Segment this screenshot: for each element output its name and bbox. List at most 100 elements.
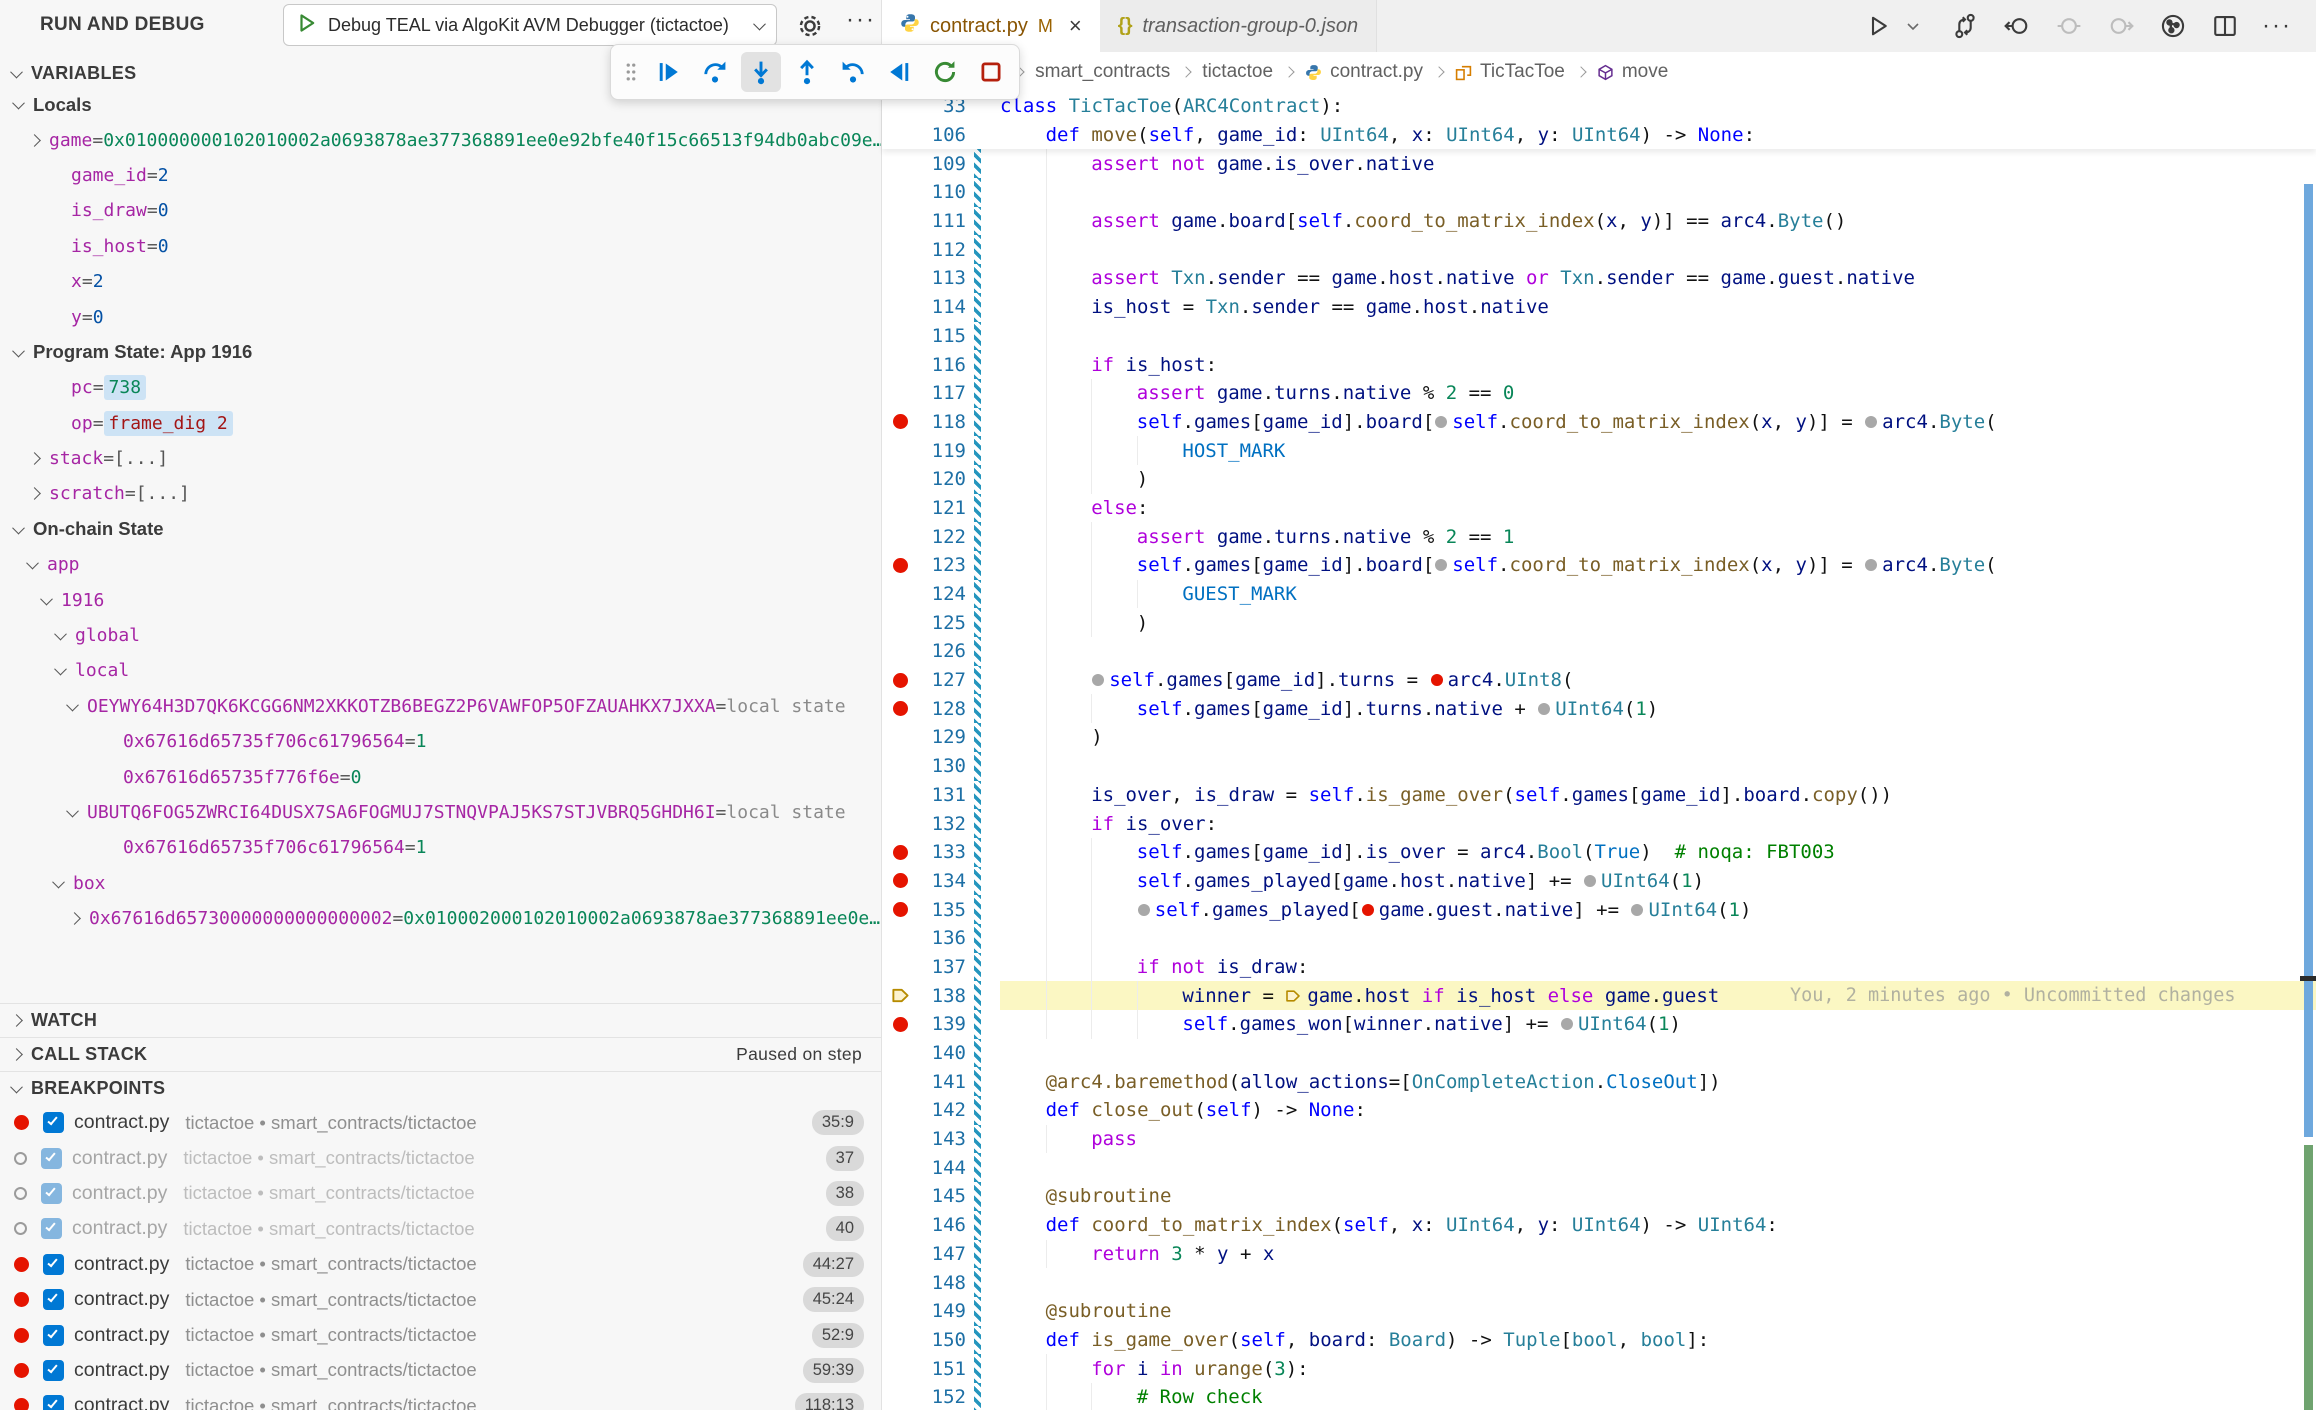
code-line[interactable]: 111assert game.board[self.coord_to_matri…: [882, 207, 2316, 236]
breakpoint-icon[interactable]: [893, 558, 908, 573]
code-line[interactable]: 128self.games[game_id].turns.native + UI…: [882, 694, 2316, 723]
gutter[interactable]: 147: [882, 1240, 1000, 1269]
chevron-down-icon[interactable]: [12, 345, 25, 358]
code-line[interactable]: 116if is_host:: [882, 350, 2316, 379]
inline-step-target-icon[interactable]: [1584, 875, 1596, 887]
code-line[interactable]: 112: [882, 235, 2316, 264]
split-editor-icon[interactable]: [2212, 13, 2238, 39]
gutter[interactable]: 149: [882, 1297, 1000, 1326]
code-line-content[interactable]: [1000, 752, 2316, 781]
run-dropdown-chevron-icon[interactable]: [1900, 13, 1926, 39]
code-line[interactable]: 137if not is_draw:: [882, 953, 2316, 982]
breadcrumb-item-method[interactable]: move: [1597, 61, 1668, 83]
breakpoint-row[interactable]: contract.pytictactoe • smart_contracts/t…: [0, 1176, 882, 1211]
code-line[interactable]: 151for i in urange(3):: [882, 1354, 2316, 1383]
variable-row[interactable]: is_draw = 0: [0, 193, 882, 228]
gutter[interactable]: 144: [882, 1153, 1000, 1182]
chevron-down-icon[interactable]: [54, 628, 67, 641]
breakpoint-icon[interactable]: [893, 873, 908, 888]
gutter[interactable]: 151: [882, 1354, 1000, 1383]
inline-step-target-icon[interactable]: [1865, 416, 1877, 428]
code-line[interactable]: 135self.games_played[game.guest.native] …: [882, 895, 2316, 924]
drag-handle-icon[interactable]: [619, 52, 643, 92]
gutter[interactable]: 121: [882, 494, 1000, 523]
code-line-content[interactable]: @arc4.baremethod(allow_actions=[OnComple…: [1000, 1067, 2316, 1096]
code-line[interactable]: 118self.games[game_id].board[self.coord_…: [882, 408, 2316, 437]
compare-changes-icon[interactable]: [1952, 13, 1978, 39]
variable-row[interactable]: x = 2: [0, 264, 882, 299]
code-line-content[interactable]: self.games[game_id].board[self.coord_to_…: [1000, 551, 2316, 580]
variable-row[interactable]: is_host = 0: [0, 229, 882, 264]
gutter[interactable]: 150: [882, 1326, 1000, 1355]
navigate-back-icon[interactable]: [2004, 13, 2030, 39]
gutter[interactable]: 123: [882, 551, 1000, 580]
gutter[interactable]: 119: [882, 436, 1000, 465]
inline-breakpoint-icon[interactable]: [1431, 674, 1443, 686]
code-line-content[interactable]: for i in urange(3):: [1000, 1354, 2316, 1383]
gutter[interactable]: 138: [882, 981, 1000, 1010]
code-line-content[interactable]: self.games[game_id].is_over = arc4.Bool(…: [1000, 838, 2316, 867]
breakpoint-gutter-zone[interactable]: [882, 986, 918, 1005]
breakpoint-checkbox[interactable]: [43, 1395, 64, 1410]
breakpoint-gutter-zone[interactable]: [882, 558, 918, 573]
gutter[interactable]: 135: [882, 895, 1000, 924]
code-line[interactable]: 106def move(self, game_id: UInt64, x: UI…: [882, 121, 2316, 150]
inline-step-target-icon[interactable]: [1138, 904, 1150, 916]
code-line-content[interactable]: HOST_MARK: [1000, 436, 2316, 465]
code-line[interactable]: 124GUEST_MARK: [882, 580, 2316, 609]
code-line[interactable]: 141@arc4.baremethod(allow_actions=[OnCom…: [882, 1067, 2316, 1096]
variable-row[interactable]: local: [0, 653, 882, 688]
breakpoint-row[interactable]: contract.pytictactoe • smart_contracts/t…: [0, 1388, 882, 1410]
code-line-content[interactable]: def is_game_over(self, board: Board) -> …: [1000, 1326, 2316, 1355]
code-line[interactable]: 152# Row check: [882, 1383, 2316, 1410]
step-out-button[interactable]: [787, 52, 827, 92]
gutter[interactable]: 106: [882, 121, 1000, 150]
breakpoint-icon[interactable]: [893, 902, 908, 917]
start-debug-icon[interactable]: [296, 12, 318, 39]
code-line-content[interactable]: winner = game.host if is_host else game.…: [1000, 981, 2316, 1010]
navigate-forward-icon[interactable]: [2108, 13, 2134, 39]
code-line[interactable]: 144: [882, 1153, 2316, 1182]
breadcrumb-item[interactable]: smart_contracts: [1035, 61, 1170, 83]
variables-scope-row[interactable]: Program State: App 1916: [0, 335, 882, 370]
gutter[interactable]: 143: [882, 1125, 1000, 1154]
breadcrumb-item-file[interactable]: contract.py: [1305, 61, 1423, 83]
variable-row[interactable]: 0x67616d65735f706c61796564 = 1: [0, 830, 882, 865]
variable-row[interactable]: global: [0, 618, 882, 653]
gutter[interactable]: 127: [882, 666, 1000, 695]
breakpoint-icon[interactable]: [893, 414, 908, 429]
code-line-content[interactable]: assert game.turns.native % 2 == 0: [1000, 379, 2316, 408]
gutter[interactable]: 115: [882, 322, 1000, 351]
code-line-content[interactable]: def coord_to_matrix_index(self, x: UInt6…: [1000, 1211, 2316, 1240]
code-line[interactable]: 148: [882, 1268, 2316, 1297]
breakpoint-checkbox[interactable]: [43, 1360, 64, 1381]
code-line[interactable]: 113assert Txn.sender == game.host.native…: [882, 264, 2316, 293]
restart-button[interactable]: [925, 52, 965, 92]
code-line-content[interactable]: [1000, 924, 2316, 953]
code-line-content[interactable]: self.games_played[game.host.native] += U…: [1000, 867, 2316, 896]
code-line[interactable]: 140: [882, 1039, 2316, 1068]
breakpoint-gutter-zone[interactable]: [882, 902, 918, 917]
code-line[interactable]: 123self.games[game_id].board[self.coord_…: [882, 551, 2316, 580]
inline-step-target-icon[interactable]: [1561, 1018, 1573, 1030]
gutter[interactable]: 113: [882, 264, 1000, 293]
code-line-content[interactable]: self.games[game_id].board[self.coord_to_…: [1000, 408, 2316, 437]
navigate-circle-icon[interactable]: [2056, 13, 2082, 39]
code-line[interactable]: 110: [882, 178, 2316, 207]
code-line-content[interactable]: ): [1000, 608, 2316, 637]
gutter[interactable]: 145: [882, 1182, 1000, 1211]
gutter[interactable]: 114: [882, 293, 1000, 322]
gutter[interactable]: 142: [882, 1096, 1000, 1125]
chevron-down-icon[interactable]: [66, 699, 79, 712]
code-line-content[interactable]: # Row check: [1000, 1383, 2316, 1410]
gutter[interactable]: 110: [882, 178, 1000, 207]
code-line-content[interactable]: [1000, 637, 2316, 666]
code-line[interactable]: 142def close_out(self) -> None:: [882, 1096, 2316, 1125]
gutter[interactable]: 148: [882, 1268, 1000, 1297]
gutter[interactable]: 109: [882, 149, 1000, 178]
gutter[interactable]: 128: [882, 694, 1000, 723]
code-line-content[interactable]: assert Txn.sender == game.host.native or…: [1000, 264, 2316, 293]
code-line[interactable]: 33class TicTacToe(ARC4Contract):: [882, 92, 2316, 121]
variable-row[interactable]: y = 0: [0, 299, 882, 334]
run-python-file-icon[interactable]: [1866, 13, 1892, 39]
